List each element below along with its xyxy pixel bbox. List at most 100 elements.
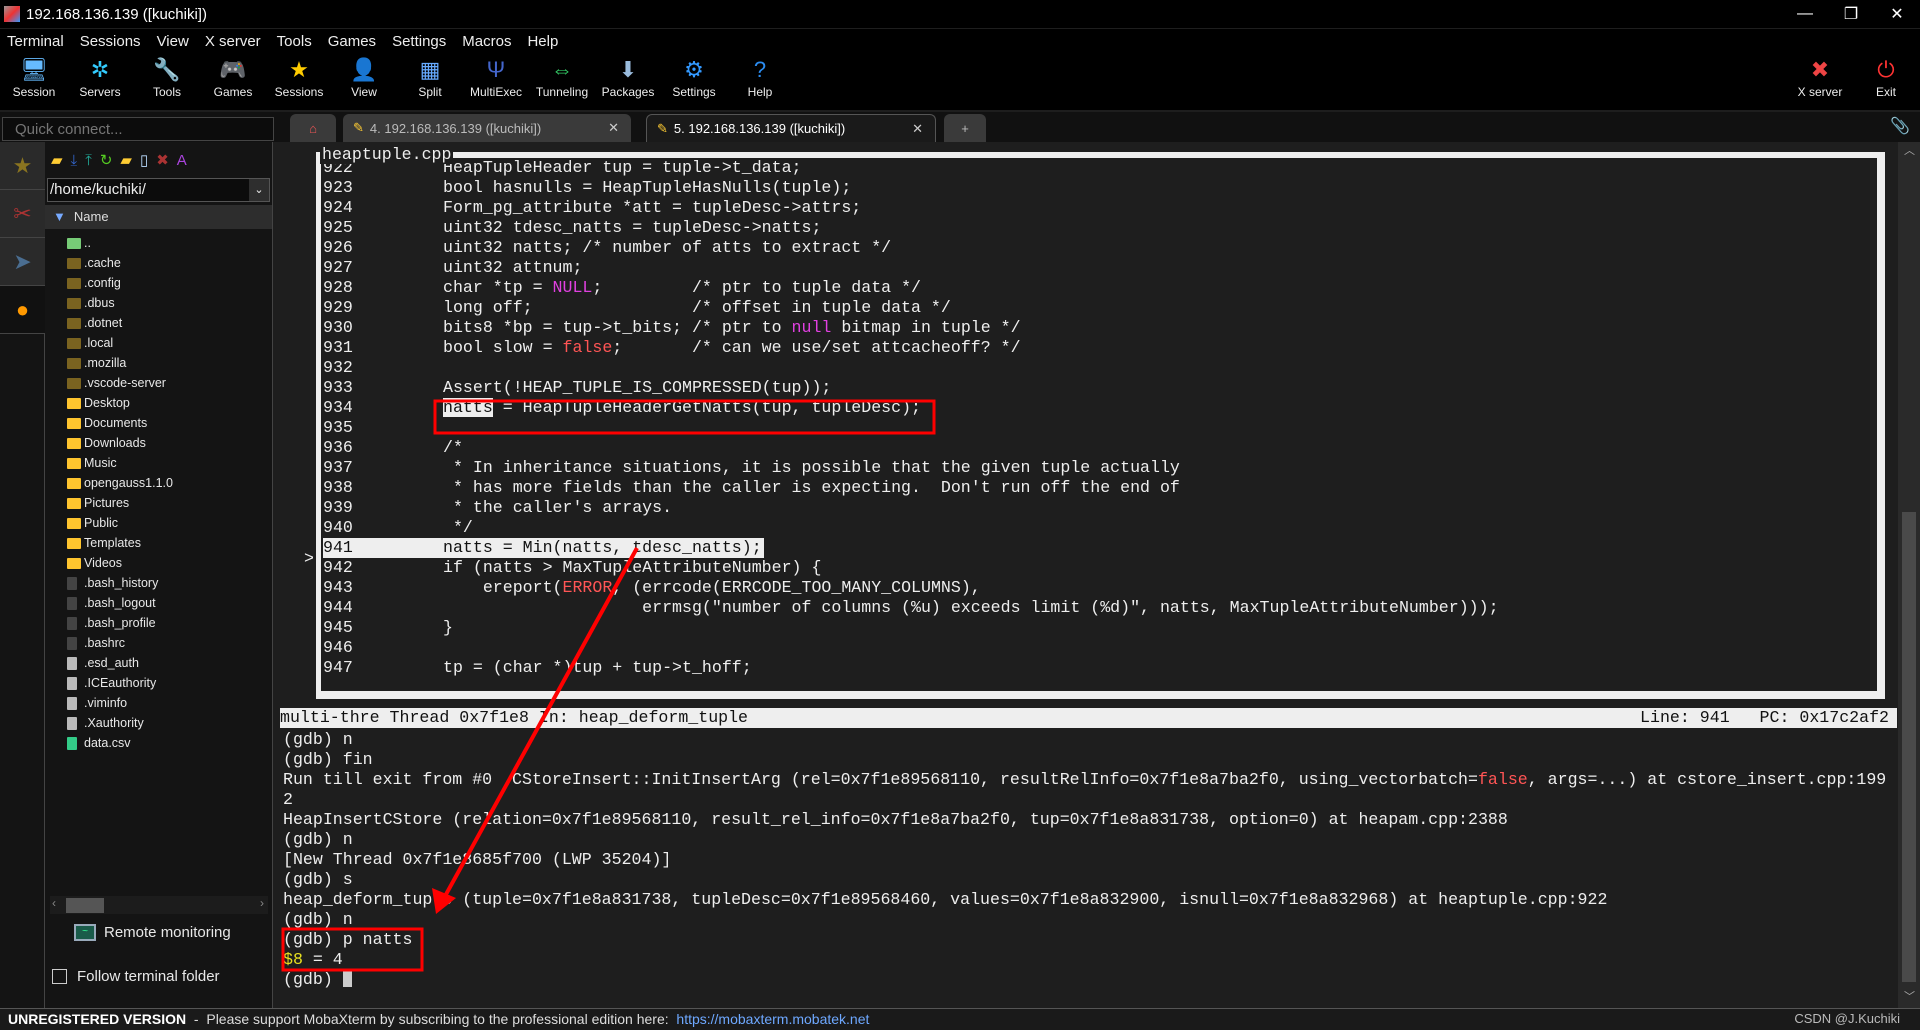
file-item[interactable]: data.csv bbox=[45, 733, 272, 753]
file-item[interactable]: Videos bbox=[45, 553, 272, 573]
quick-connect-input[interactable] bbox=[2, 117, 274, 141]
toolbar-games-button[interactable]: 🎮 Games bbox=[200, 55, 266, 99]
rename-icon[interactable]: A bbox=[177, 152, 187, 169]
file-item[interactable]: Public bbox=[45, 513, 272, 533]
file-item[interactable]: .cache bbox=[45, 253, 272, 273]
new-folder-icon[interactable]: ▰ bbox=[120, 151, 132, 169]
delete-icon[interactable]: ✖ bbox=[156, 151, 169, 169]
file-name: Documents bbox=[84, 416, 148, 430]
file-item[interactable]: Music bbox=[45, 453, 272, 473]
toolbar-help-button[interactable]: ? Help bbox=[727, 55, 793, 99]
close-tab-icon[interactable]: ✕ bbox=[912, 121, 923, 137]
file-item[interactable]: opengauss1.1.0 bbox=[45, 473, 272, 493]
toolbar-view-button[interactable]: 👤 View bbox=[331, 55, 397, 99]
file-item[interactable]: .. bbox=[45, 233, 272, 253]
file-name: .local bbox=[84, 336, 114, 350]
menu-macros[interactable]: Macros bbox=[455, 33, 520, 50]
gdb-token: (gdb) n bbox=[283, 910, 353, 929]
tools-tab[interactable]: ✂ bbox=[0, 190, 45, 238]
menu-terminal[interactable]: Terminal bbox=[0, 33, 73, 50]
file-icon bbox=[67, 636, 77, 650]
code-text: ereport(ERROR, (errcode(ERRCODE_TOO_MANY… bbox=[443, 578, 981, 598]
restore-button[interactable]: ❐ bbox=[1828, 0, 1874, 28]
toolbar-exit-button[interactable]: ⏻ Exit bbox=[1853, 55, 1919, 99]
file-item[interactable]: .bash_history bbox=[45, 573, 272, 593]
checkbox[interactable] bbox=[52, 969, 67, 984]
file-item[interactable]: .bashrc bbox=[45, 633, 272, 653]
gdb-line: $8 = 4 bbox=[283, 950, 1886, 970]
attach-icon[interactable]: 📎 bbox=[1890, 116, 1910, 136]
toolbar-session-button[interactable]: 🖥 Session bbox=[1, 55, 67, 99]
toolbar-settings-button[interactable]: ⚙ Settings bbox=[661, 55, 727, 99]
tab-session-4[interactable]: ✎ 4. 192.168.136.139 ([kuchiki]) ✕ bbox=[343, 114, 631, 142]
toolbar-tunneling-button[interactable]: ⇔ Tunneling bbox=[529, 55, 595, 99]
file-item[interactable]: .local bbox=[45, 333, 272, 353]
toolbar-sessions-button[interactable]: ★ Sessions bbox=[266, 55, 332, 99]
sessions-star-tab[interactable]: ★ bbox=[0, 142, 45, 190]
mobatek-link[interactable]: https://mobaxterm.mobatek.net bbox=[676, 1011, 869, 1027]
sftp-tab[interactable]: ● bbox=[0, 286, 45, 334]
remote-monitoring-button[interactable]: ~ Remote monitoring bbox=[74, 924, 231, 941]
home-tab[interactable]: ⌂ bbox=[290, 114, 336, 142]
file-item[interactable]: .dotnet bbox=[45, 313, 272, 333]
parent-folder-icon[interactable]: ▰ bbox=[51, 151, 63, 169]
terminal[interactable]: 922 HeapTupleHeader tup = tuple->t_data; 9… bbox=[280, 142, 1897, 1008]
menu-view[interactable]: View bbox=[150, 33, 198, 50]
macros-tab[interactable]: ➤ bbox=[0, 238, 45, 286]
tab-session-5[interactable]: ✎ 5. 192.168.136.139 ([kuchiki]) ✕ bbox=[646, 114, 936, 142]
terminal-scrollbar[interactable]: ︿ ﹀ bbox=[1898, 142, 1920, 1008]
file-name: Templates bbox=[84, 536, 141, 550]
menu-help[interactable]: Help bbox=[520, 33, 567, 50]
upload-icon[interactable]: ⤒ bbox=[85, 152, 92, 169]
chevron-down-icon[interactable]: ⌄ bbox=[249, 179, 269, 201]
close-tab-icon[interactable]: ✕ bbox=[608, 120, 619, 136]
file-name: .dotnet bbox=[84, 316, 123, 330]
file-item[interactable]: .esd_auth bbox=[45, 653, 272, 673]
servers-icon: ✲ bbox=[90, 57, 110, 82]
gdb-line: (gdb) n bbox=[283, 910, 1886, 930]
menu-settings[interactable]: Settings bbox=[385, 33, 455, 50]
follow-terminal-folder-checkbox[interactable]: Follow terminal folder bbox=[52, 968, 220, 985]
minimize-button[interactable]: — bbox=[1782, 0, 1828, 28]
new-file-icon[interactable]: ▯ bbox=[140, 151, 148, 169]
toolbar-x-server-button[interactable]: ✖ X server bbox=[1787, 55, 1853, 99]
toolbar-split-button[interactable]: ▦ Split bbox=[397, 55, 463, 99]
file-item[interactable]: Downloads bbox=[45, 433, 272, 453]
refresh-icon[interactable]: ↻ bbox=[100, 151, 113, 169]
file-item[interactable]: Templates bbox=[45, 533, 272, 553]
toolbar-packages-button[interactable]: ⬇ Packages bbox=[595, 55, 661, 99]
source-filename: heaptuple.cpp bbox=[320, 145, 454, 164]
remote-monitoring-label: Remote monitoring bbox=[104, 924, 231, 941]
file-item[interactable]: Pictures bbox=[45, 493, 272, 513]
toolbar-servers-button[interactable]: ✲ Servers bbox=[67, 55, 133, 99]
menu-sessions[interactable]: Sessions bbox=[73, 33, 150, 50]
code-line: 940 */ bbox=[323, 518, 1877, 538]
line-number: 940 bbox=[323, 518, 353, 537]
path-input[interactable]: /home/kuchiki/ ⌄ bbox=[47, 178, 270, 202]
window-title: 192.168.136.139 ([kuchiki]) bbox=[26, 5, 207, 23]
name-column-header[interactable]: ▼ Name bbox=[45, 205, 272, 229]
horizontal-scrollbar[interactable]: ‹ › bbox=[50, 896, 268, 914]
file-item[interactable]: Desktop bbox=[45, 393, 272, 413]
download-icon[interactable]: ⤓ bbox=[71, 152, 78, 169]
file-name: .dbus bbox=[84, 296, 115, 310]
file-item[interactable]: .dbus bbox=[45, 293, 272, 313]
toolbar-multiexec-button[interactable]: Ψ MultiExec bbox=[463, 55, 529, 99]
file-item[interactable]: .ICEauthority bbox=[45, 673, 272, 693]
menu-tools[interactable]: Tools bbox=[270, 33, 321, 50]
file-icon bbox=[67, 696, 77, 710]
file-item[interactable]: .viminfo bbox=[45, 693, 272, 713]
file-item[interactable]: .mozilla bbox=[45, 353, 272, 373]
menu-games[interactable]: Games bbox=[321, 33, 385, 50]
file-item[interactable]: .config bbox=[45, 273, 272, 293]
file-item[interactable]: .bash_profile bbox=[45, 613, 272, 633]
file-item[interactable]: .Xauthority bbox=[45, 713, 272, 733]
file-item[interactable]: .vscode-server bbox=[45, 373, 272, 393]
new-tab-button[interactable]: + bbox=[944, 114, 986, 142]
menu-x-server[interactable]: X server bbox=[198, 33, 270, 50]
toolbar-tools-button[interactable]: 🔧 Tools bbox=[134, 55, 200, 99]
file-item[interactable]: Documents bbox=[45, 413, 272, 433]
close-button[interactable]: ✕ bbox=[1874, 0, 1920, 28]
file-item[interactable]: .bash_logout bbox=[45, 593, 272, 613]
code-text: * the caller's arrays. bbox=[443, 498, 672, 518]
